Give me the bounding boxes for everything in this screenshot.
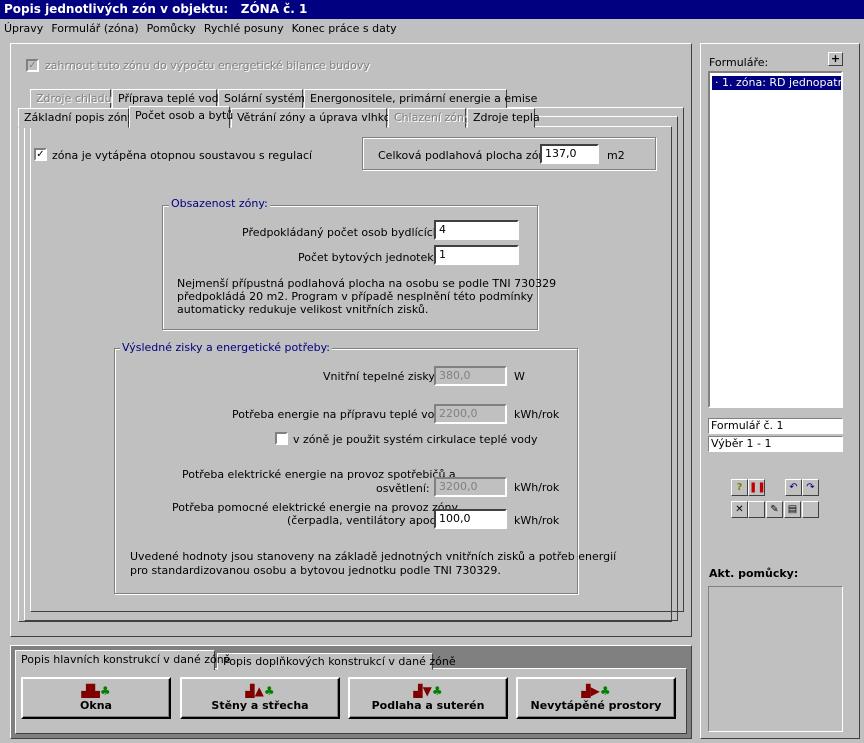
elec-unit: kWh/rok (514, 481, 560, 494)
gains-value: 380,0 (434, 366, 507, 386)
sidebar-toolbar: ? ❚❚ ↶ ↷ ✕ ✎ ▤ (731, 479, 821, 521)
tree-item-zone-1[interactable]: · 1. zóna: RD jednopatro (712, 76, 841, 90)
blank-tool-icon (748, 501, 765, 518)
walls-roof-button-label: Stěny a střecha (211, 699, 309, 712)
hotwater-label: Potřeba energie na přípravu teplé vody: (232, 408, 451, 421)
occupancy-note-2: předpokládá 20 m2. Program v případě nes… (177, 290, 534, 303)
tab-hlavni-konstrukce[interactable]: Popis hlavních konstrukcí v dané zóně (15, 650, 230, 670)
floor-area-input[interactable]: 137,0 (540, 144, 599, 164)
occupancy-note-3: automaticky redukuje velikost vnitřních … (177, 303, 429, 316)
tree-item-label: 1. zóna: RD jednopatro (722, 76, 841, 89)
elec-label-2: osvětlení: (376, 482, 430, 495)
aux-unit: kWh/rok (514, 514, 560, 527)
results-note-1: Uvedené hodnoty jsou stanoveny na základ… (130, 550, 617, 563)
menu-rychle-posuny[interactable]: Rychlé posuny (200, 19, 288, 39)
menu-upravy[interactable]: Úpravy (0, 19, 47, 39)
aux-label-2: (čerpadla, ventilátory apod.): (287, 514, 449, 527)
include-zone-checkbox: ✓ (26, 59, 39, 72)
gains-unit: W (514, 370, 525, 383)
aux-label-1: Potřeba pomocné elektrické energie na pr… (172, 501, 458, 514)
tab-zakladni-popis[interactable]: Základní popis zóny (18, 108, 134, 128)
unheated-spaces-button[interactable]: ▟▶♣ Nevytápěné prostory (516, 677, 676, 719)
floor-basement-icon: ▟▼♣ (413, 684, 443, 698)
occupancy-legend: Obsazenost zóny: (169, 197, 270, 210)
tab-pocet-osob[interactable]: Počet osob a bytů (129, 106, 233, 128)
menu-bar: Úpravy Formulář (zóna) Pomůcky Rychlé posun… (0, 19, 864, 39)
walls-roof-icon: ▟▲♣ (245, 684, 275, 698)
floor-basement-button[interactable]: ▟▼♣ Podlaha a suterén (348, 677, 508, 719)
menu-konec[interactable]: Konec práce s daty (288, 19, 401, 39)
delete-icon[interactable]: ✕ (731, 501, 748, 518)
occupancy-note-1: Nejmenší přípustná podlahová plocha na o… (177, 277, 557, 290)
elec-label-1: Potřeba elektrické energie na provoz spo… (182, 468, 456, 481)
results-legend: Výsledné zisky a energetické potřeby: (120, 341, 333, 354)
tab-vetrani[interactable]: Větrání zóny a úprava vlhkosti (231, 108, 404, 128)
add-form-button[interactable]: + (828, 52, 843, 66)
windows-icon: ▟▙♣ (81, 684, 111, 698)
units-input[interactable]: 1 (434, 245, 519, 265)
floor-area-unit: m2 (607, 149, 625, 162)
forms-tree[interactable]: · 1. zóna: RD jednopatro (708, 71, 843, 408)
unheated-spaces-icon: ▟▶♣ (581, 684, 611, 698)
floor-area-label: Celková podlahová plocha zóny: (378, 149, 555, 162)
edit-document-icon[interactable]: ✎ (766, 501, 783, 518)
blank-tool-icon-2 (802, 501, 819, 518)
tab-zdroje-tepla[interactable]: Zdroje tepla (467, 108, 540, 128)
gains-label: Vnitřní tepelné zisky: (323, 370, 438, 383)
tree-bullet-icon: · (715, 76, 719, 89)
thermometer-icon[interactable]: ❚❚ (748, 479, 766, 496)
unheated-spaces-button-label: Nevytápěné prostory (530, 699, 662, 712)
persons-input[interactable]: 4 (434, 220, 519, 240)
selection-range: Výběr 1 - 1 (708, 436, 843, 452)
walls-roof-button[interactable]: ▟▲♣ Stěny a střecha (180, 677, 340, 719)
tab-chlazeni[interactable]: Chlazení zóny (388, 108, 471, 128)
hotwater-unit: kWh/rok (514, 408, 560, 421)
menu-pomucky[interactable]: Pomůcky (143, 19, 200, 39)
heated-checkbox[interactable]: ✓ (34, 148, 47, 161)
undo-icon[interactable]: ↶ (785, 479, 802, 496)
windows-button-label: Okna (80, 699, 112, 712)
help-icon[interactable]: ? (731, 479, 748, 496)
redo-icon[interactable]: ↷ (802, 479, 819, 496)
elec-value: 3200,0 (434, 477, 507, 497)
aux-input[interactable]: 100,0 (434, 509, 507, 529)
tab-solarni-systemy[interactable]: Solární systémy (218, 89, 312, 109)
menu-formular[interactable]: Formulář (zóna) (47, 19, 142, 39)
forms-label: Formuláře: (709, 56, 769, 69)
paste-icon[interactable]: ▤ (784, 501, 801, 518)
include-zone-label: zahrnout tuto zónu do výpočtu energetick… (45, 59, 370, 72)
hotwater-value: 2200,0 (434, 404, 507, 424)
circulation-checkbox[interactable] (275, 432, 288, 445)
results-note-2: pro standardizovanou osobu a bytovou jed… (130, 564, 501, 577)
tab-zdroje-chladu[interactable]: Zdroje chladu (30, 89, 112, 109)
tab-doplnkove-konstrukce[interactable]: Popis doplňkových konstrukcí v dané zóně (217, 653, 456, 670)
window-title: Popis jednotlivých zón v objektu: ZÓNA č… (0, 0, 864, 19)
tools-label: Akt. pomůcky: (709, 567, 799, 580)
floor-basement-button-label: Podlaha a suterén (371, 699, 485, 712)
windows-button[interactable]: ▟▙♣ Okna (21, 677, 171, 719)
circulation-label: v zóně je použit systém cirkulace teplé … (293, 433, 538, 446)
tab-energonositele[interactable]: Energonositele, primární energie a emise (304, 89, 537, 109)
heated-label: zóna je vytápěna otopnou soustavou s reg… (52, 149, 313, 162)
tools-box (708, 586, 843, 732)
form-number: Formulář č. 1 (708, 418, 843, 434)
